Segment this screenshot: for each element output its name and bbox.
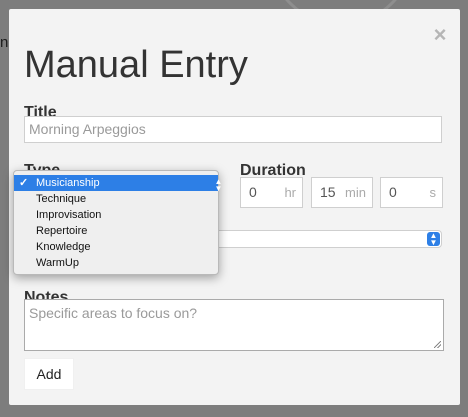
type-option-label: WarmUp xyxy=(36,257,79,269)
seconds-value: 0 xyxy=(389,184,397,200)
minutes-value: 15 xyxy=(320,184,336,200)
type-dropdown-menu: ✓ Musicianship ▲ ▼ Technique Improvisatio… xyxy=(13,170,222,275)
checkmark-icon: ✓ xyxy=(19,177,29,189)
type-option-label: Knowledge xyxy=(36,241,91,253)
minutes-unit: min xyxy=(345,185,366,200)
manual-entry-modal: × Manual Entry Title Morning Arpeggios T… xyxy=(9,9,460,405)
type-option-improvisation[interactable]: Improvisation xyxy=(14,207,218,223)
modal-title: Manual Entry xyxy=(24,44,248,86)
type-option-label: Musicianship xyxy=(36,177,100,189)
hours-unit: hr xyxy=(284,185,296,200)
type-option-technique[interactable]: Technique xyxy=(14,191,218,207)
type-option-knowledge[interactable]: Knowledge xyxy=(14,239,218,255)
type-option-repertoire[interactable]: Repertoire xyxy=(14,223,218,239)
title-input[interactable]: Morning Arpeggios xyxy=(24,116,442,143)
chevron-up-down-icon: ▲ ▼ xyxy=(214,177,223,193)
notes-textarea[interactable]: Specific areas to focus on? xyxy=(24,299,444,351)
chevron-up-down-icon: ▲ ▼ xyxy=(427,232,440,247)
type-option-label: Improvisation xyxy=(36,209,102,221)
duration-seconds-input[interactable]: 0 s xyxy=(380,177,443,208)
duration-hours-input[interactable]: 0 hr xyxy=(240,177,303,208)
duration-minutes-input[interactable]: 15 min xyxy=(311,177,373,208)
add-button[interactable]: Add xyxy=(24,358,74,390)
type-option-label: Repertoire xyxy=(36,225,88,237)
type-option-musicianship[interactable]: ✓ Musicianship ▲ ▼ xyxy=(14,175,222,193)
seconds-unit: s xyxy=(429,185,437,200)
title-input-value: Morning Arpeggios xyxy=(29,121,146,137)
hours-value: 0 xyxy=(249,184,257,200)
notes-placeholder: Specific areas to focus on? xyxy=(29,305,198,321)
resize-grip-icon[interactable] xyxy=(434,341,441,348)
close-icon[interactable]: × xyxy=(430,24,450,46)
type-option-label: Technique xyxy=(36,193,87,205)
type-option-warmup[interactable]: WarmUp xyxy=(14,255,218,271)
